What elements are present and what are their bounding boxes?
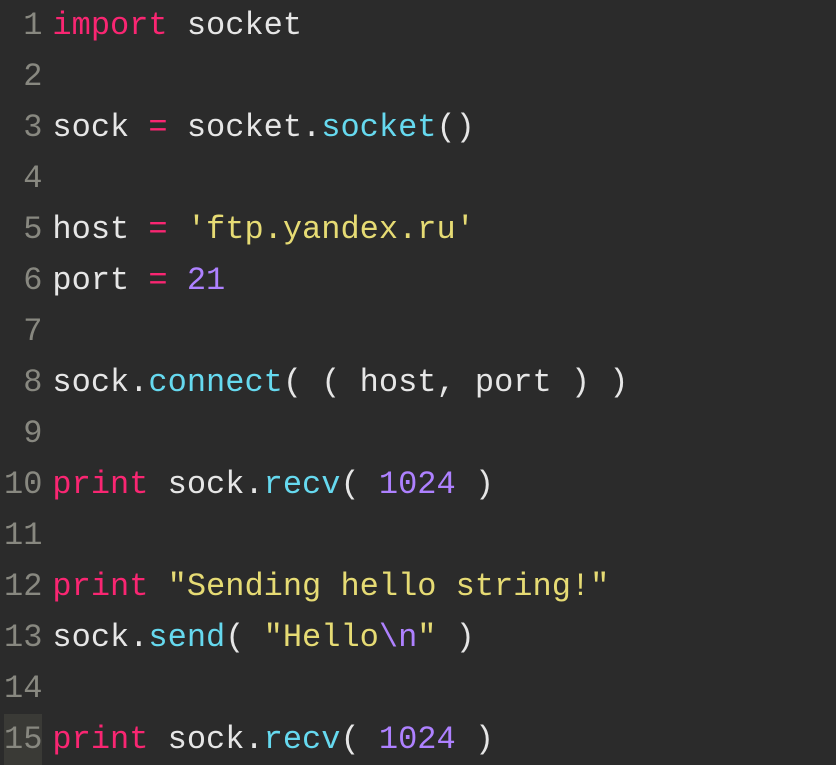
code-token: send — [148, 619, 225, 656]
code-token: ( — [340, 466, 378, 503]
code-line[interactable]: print sock.recv( 1024 ) — [52, 459, 836, 510]
code-token: = — [148, 109, 167, 146]
line-number: 3 — [4, 102, 42, 153]
code-token: " — [417, 619, 436, 656]
code-line[interactable]: print sock.recv( 1024 ) — [52, 714, 836, 765]
code-token: 21 — [187, 262, 225, 299]
code-token: port — [52, 262, 148, 299]
line-number: 12 — [4, 561, 42, 612]
line-number: 11 — [4, 510, 42, 561]
code-token: 1024 — [379, 466, 456, 503]
line-number: 13 — [4, 612, 42, 663]
line-number: 14 — [4, 663, 42, 714]
line-number: 8 — [4, 357, 42, 408]
code-area[interactable]: import socket sock = socket.socket() hos… — [52, 0, 836, 765]
code-token: "Sending hello string!" — [168, 568, 610, 605]
code-token: . — [302, 109, 321, 146]
code-token: sock — [52, 619, 129, 656]
code-token: ( — [225, 619, 263, 656]
code-line[interactable]: sock.send( "Hello\n" ) — [52, 612, 836, 663]
code-token: print — [52, 568, 148, 605]
code-token: connect — [148, 364, 282, 401]
code-token: . — [129, 364, 148, 401]
code-token: = — [148, 262, 167, 299]
code-editor[interactable]: 123456789101112131415 import socket sock… — [0, 0, 836, 765]
code-token: socket — [168, 109, 302, 146]
code-token: host — [360, 364, 437, 401]
code-token: \n — [379, 619, 417, 656]
code-token: 'ftp.yandex.ru' — [187, 211, 475, 248]
code-token: . — [129, 619, 148, 656]
code-token: port — [475, 364, 552, 401]
line-number-gutter: 123456789101112131415 — [0, 0, 52, 765]
line-number: 4 — [4, 153, 42, 204]
code-token: sock — [52, 364, 129, 401]
code-token: socket — [168, 7, 302, 44]
code-line[interactable]: sock = socket.socket() — [52, 102, 836, 153]
code-token: . — [244, 466, 263, 503]
code-token: () — [436, 109, 474, 146]
code-token: ( — [340, 721, 378, 758]
code-line[interactable] — [52, 306, 836, 357]
code-token: socket — [321, 109, 436, 146]
code-token: = — [148, 211, 167, 248]
code-token — [168, 211, 187, 248]
code-token: ) — [436, 619, 474, 656]
code-line[interactable]: host = 'ftp.yandex.ru' — [52, 204, 836, 255]
line-number: 9 — [4, 408, 42, 459]
code-line[interactable]: print "Sending hello string!" — [52, 561, 836, 612]
code-token: ) — [456, 721, 494, 758]
code-token: , — [436, 364, 474, 401]
line-number: 6 — [4, 255, 42, 306]
code-token: ) — [456, 466, 494, 503]
code-token: host — [52, 211, 148, 248]
code-token: 1024 — [379, 721, 456, 758]
line-number: 15 — [4, 714, 42, 765]
code-token: recv — [264, 466, 341, 503]
code-token: "Hello — [264, 619, 379, 656]
line-number: 2 — [4, 51, 42, 102]
line-number: 10 — [4, 459, 42, 510]
code-token — [168, 262, 187, 299]
code-token: sock — [148, 721, 244, 758]
line-number: 5 — [4, 204, 42, 255]
code-token: sock — [148, 466, 244, 503]
code-line[interactable] — [52, 153, 836, 204]
code-line[interactable]: import socket — [52, 0, 836, 51]
line-number: 1 — [4, 0, 42, 51]
code-token: ( ( — [283, 364, 360, 401]
code-token: print — [52, 721, 148, 758]
code-line[interactable] — [52, 510, 836, 561]
code-token: import — [52, 7, 167, 44]
code-token — [148, 568, 167, 605]
code-line[interactable] — [52, 663, 836, 714]
code-line[interactable] — [52, 408, 836, 459]
code-line[interactable]: sock.connect( ( host, port ) ) — [52, 357, 836, 408]
code-token: print — [52, 466, 148, 503]
code-line[interactable] — [52, 51, 836, 102]
code-token: ) ) — [552, 364, 629, 401]
code-token: . — [244, 721, 263, 758]
code-token: sock — [52, 109, 148, 146]
code-token: recv — [264, 721, 341, 758]
line-number: 7 — [4, 306, 42, 357]
code-line[interactable]: port = 21 — [52, 255, 836, 306]
